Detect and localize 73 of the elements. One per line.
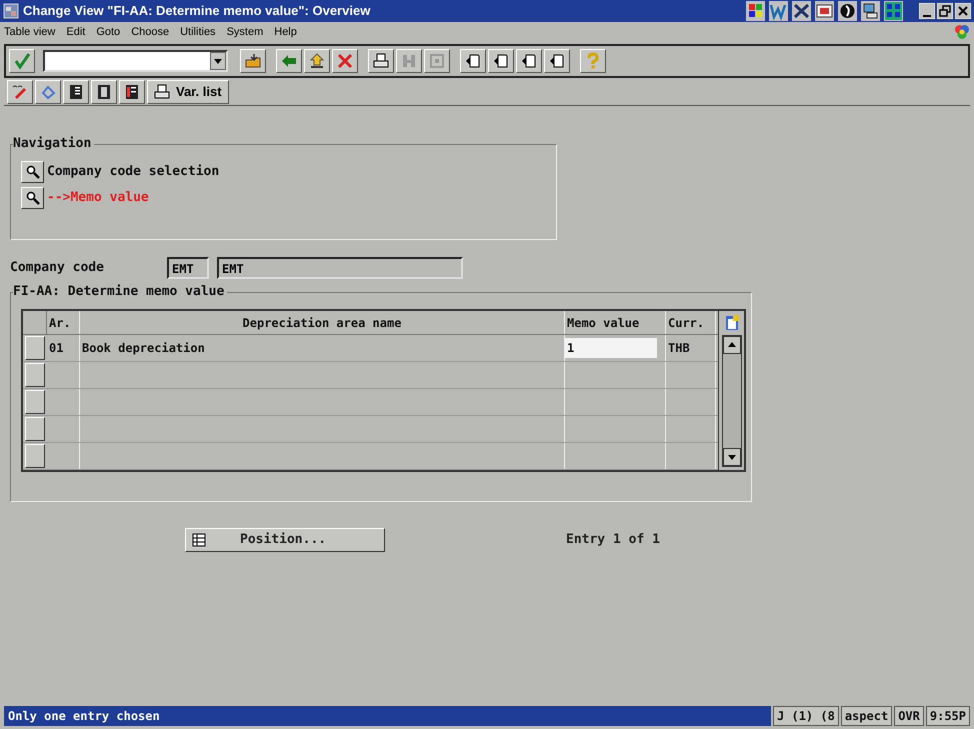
folder-icon (244, 52, 262, 70)
colored-list-icon (123, 82, 141, 100)
up-arrow-icon (308, 52, 326, 70)
row-selector[interactable] (25, 336, 45, 360)
column-header[interactable]: Ar. (47, 311, 80, 334)
printer-icon (372, 52, 390, 70)
tiles-icon[interactable] (884, 1, 903, 21)
w-letter-icon[interactable] (769, 1, 788, 21)
tray-grid-icon[interactable] (746, 1, 765, 21)
position-button[interactable]: Position... (185, 528, 385, 552)
detail-list-icon (67, 82, 85, 100)
field-label: Company code (10, 258, 105, 277)
single-frame-button[interactable] (91, 80, 117, 104)
column-header[interactable]: Depreciation area name (80, 311, 565, 334)
command-field[interactable] (43, 50, 228, 72)
table-cell: 01 (47, 335, 80, 361)
up-arrow-button[interactable] (304, 49, 330, 73)
menu-item[interactable]: Help (274, 24, 297, 40)
checkmark-button[interactable] (9, 49, 35, 73)
cancel-icon (336, 52, 354, 70)
x-letter-icon[interactable] (792, 1, 811, 21)
group-title: Navigation (13, 136, 94, 152)
dropdown-icon (214, 58, 222, 64)
menu-item[interactable]: Edit (66, 24, 86, 40)
navigation-link[interactable]: Company code selection (47, 162, 220, 182)
row-selector[interactable] (25, 390, 45, 414)
printer-button[interactable] (368, 49, 394, 73)
row-selector[interactable] (25, 444, 45, 468)
magnifier-icon (26, 191, 40, 205)
magnifier-icon (26, 165, 40, 179)
computer-icon[interactable] (861, 1, 880, 21)
printer-icon (154, 84, 170, 100)
folder-button[interactable] (240, 49, 266, 73)
status-message: Only one entry chosen (4, 706, 772, 726)
minimize-icon[interactable] (919, 3, 935, 19)
menu-item[interactable]: Table view (4, 24, 56, 40)
status-field: 9:55P (926, 706, 970, 726)
company-code-field[interactable]: EMT (167, 256, 209, 278)
menu-item[interactable]: Utilities (180, 24, 216, 40)
back-arrow-button[interactable] (276, 49, 302, 73)
menu-item[interactable]: System (226, 24, 264, 40)
table-cell: THB (666, 335, 716, 361)
restore-icon[interactable] (937, 3, 953, 19)
menu-item[interactable]: Choose (131, 24, 170, 40)
magnifier-button[interactable] (21, 187, 44, 209)
magnifier-button[interactable] (21, 161, 44, 183)
status-field: J (1) (8 (773, 706, 839, 726)
entry-count: Entry 1 of 1 (566, 531, 660, 550)
status-field: OVR (894, 706, 924, 726)
column-header[interactable]: Curr. (666, 311, 716, 334)
window-title: Change View "FI-AA: Determine memo value": Overview (23, 2, 370, 20)
column-header[interactable]: Memo value (565, 311, 666, 334)
status-field: aspect (840, 706, 892, 726)
table-grid-icon (192, 533, 206, 547)
row-selector[interactable] (25, 417, 45, 441)
colored-list-button[interactable] (119, 80, 145, 104)
detail-list-button[interactable] (63, 80, 89, 104)
company-name-field: EMT (217, 256, 463, 278)
vertical-scrollbar[interactable] (722, 335, 742, 467)
checkmark-icon (13, 52, 31, 70)
app-icon (3, 3, 19, 19)
single-frame-icon (95, 82, 113, 100)
help-button[interactable] (580, 49, 606, 73)
variant-list-button[interactable]: Var. list (147, 80, 229, 104)
row-selector[interactable] (25, 363, 45, 387)
scroll-down-icon[interactable] (722, 448, 740, 466)
memo-value-input[interactable]: 1 (565, 338, 657, 358)
menu-item[interactable]: Goto (96, 24, 120, 40)
sap-logo-icon (954, 24, 970, 40)
cancel-button[interactable] (332, 49, 358, 73)
close-icon[interactable] (955, 3, 971, 19)
scroll-up-icon[interactable] (722, 336, 740, 354)
presentation-icon[interactable] (815, 1, 834, 21)
